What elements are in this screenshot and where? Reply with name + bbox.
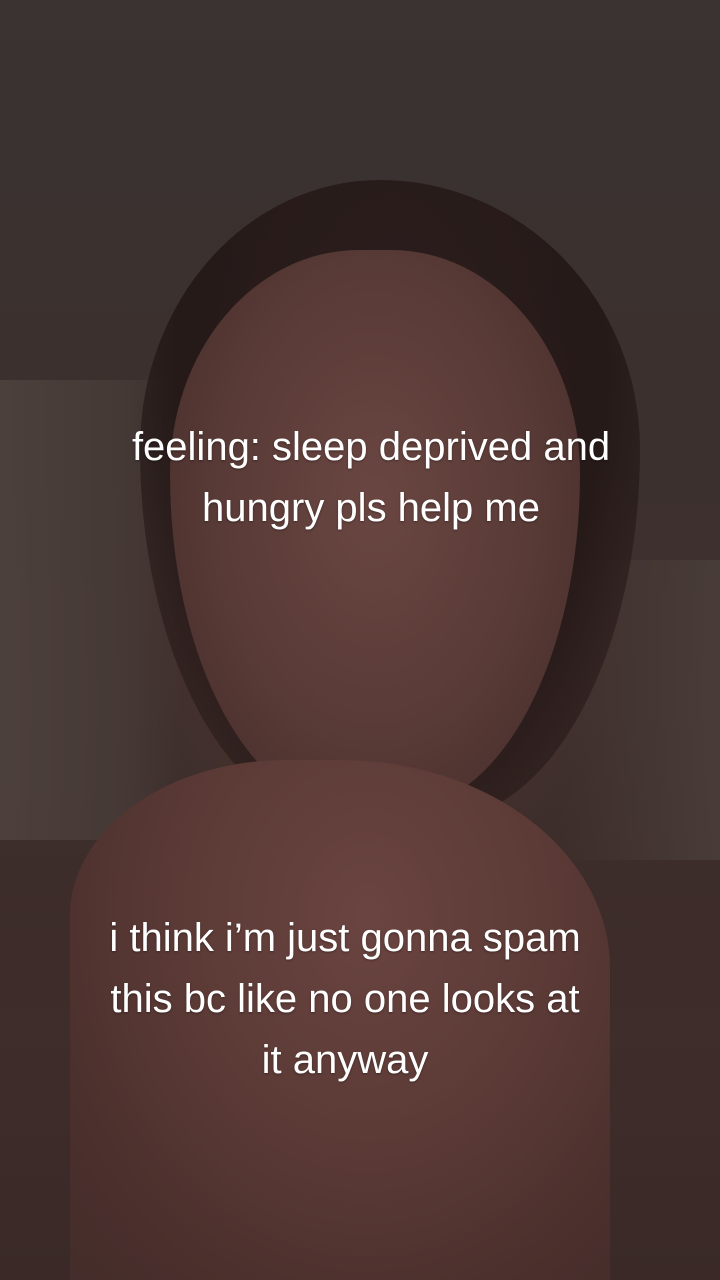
video-frame: feeling: sleep deprived and hungry pls h… xyxy=(0,0,720,1280)
caption-top: feeling: sleep deprived and hungry pls h… xyxy=(131,425,611,530)
caption-bottom: i think i’m just gonna spam this bc like… xyxy=(109,916,581,1082)
